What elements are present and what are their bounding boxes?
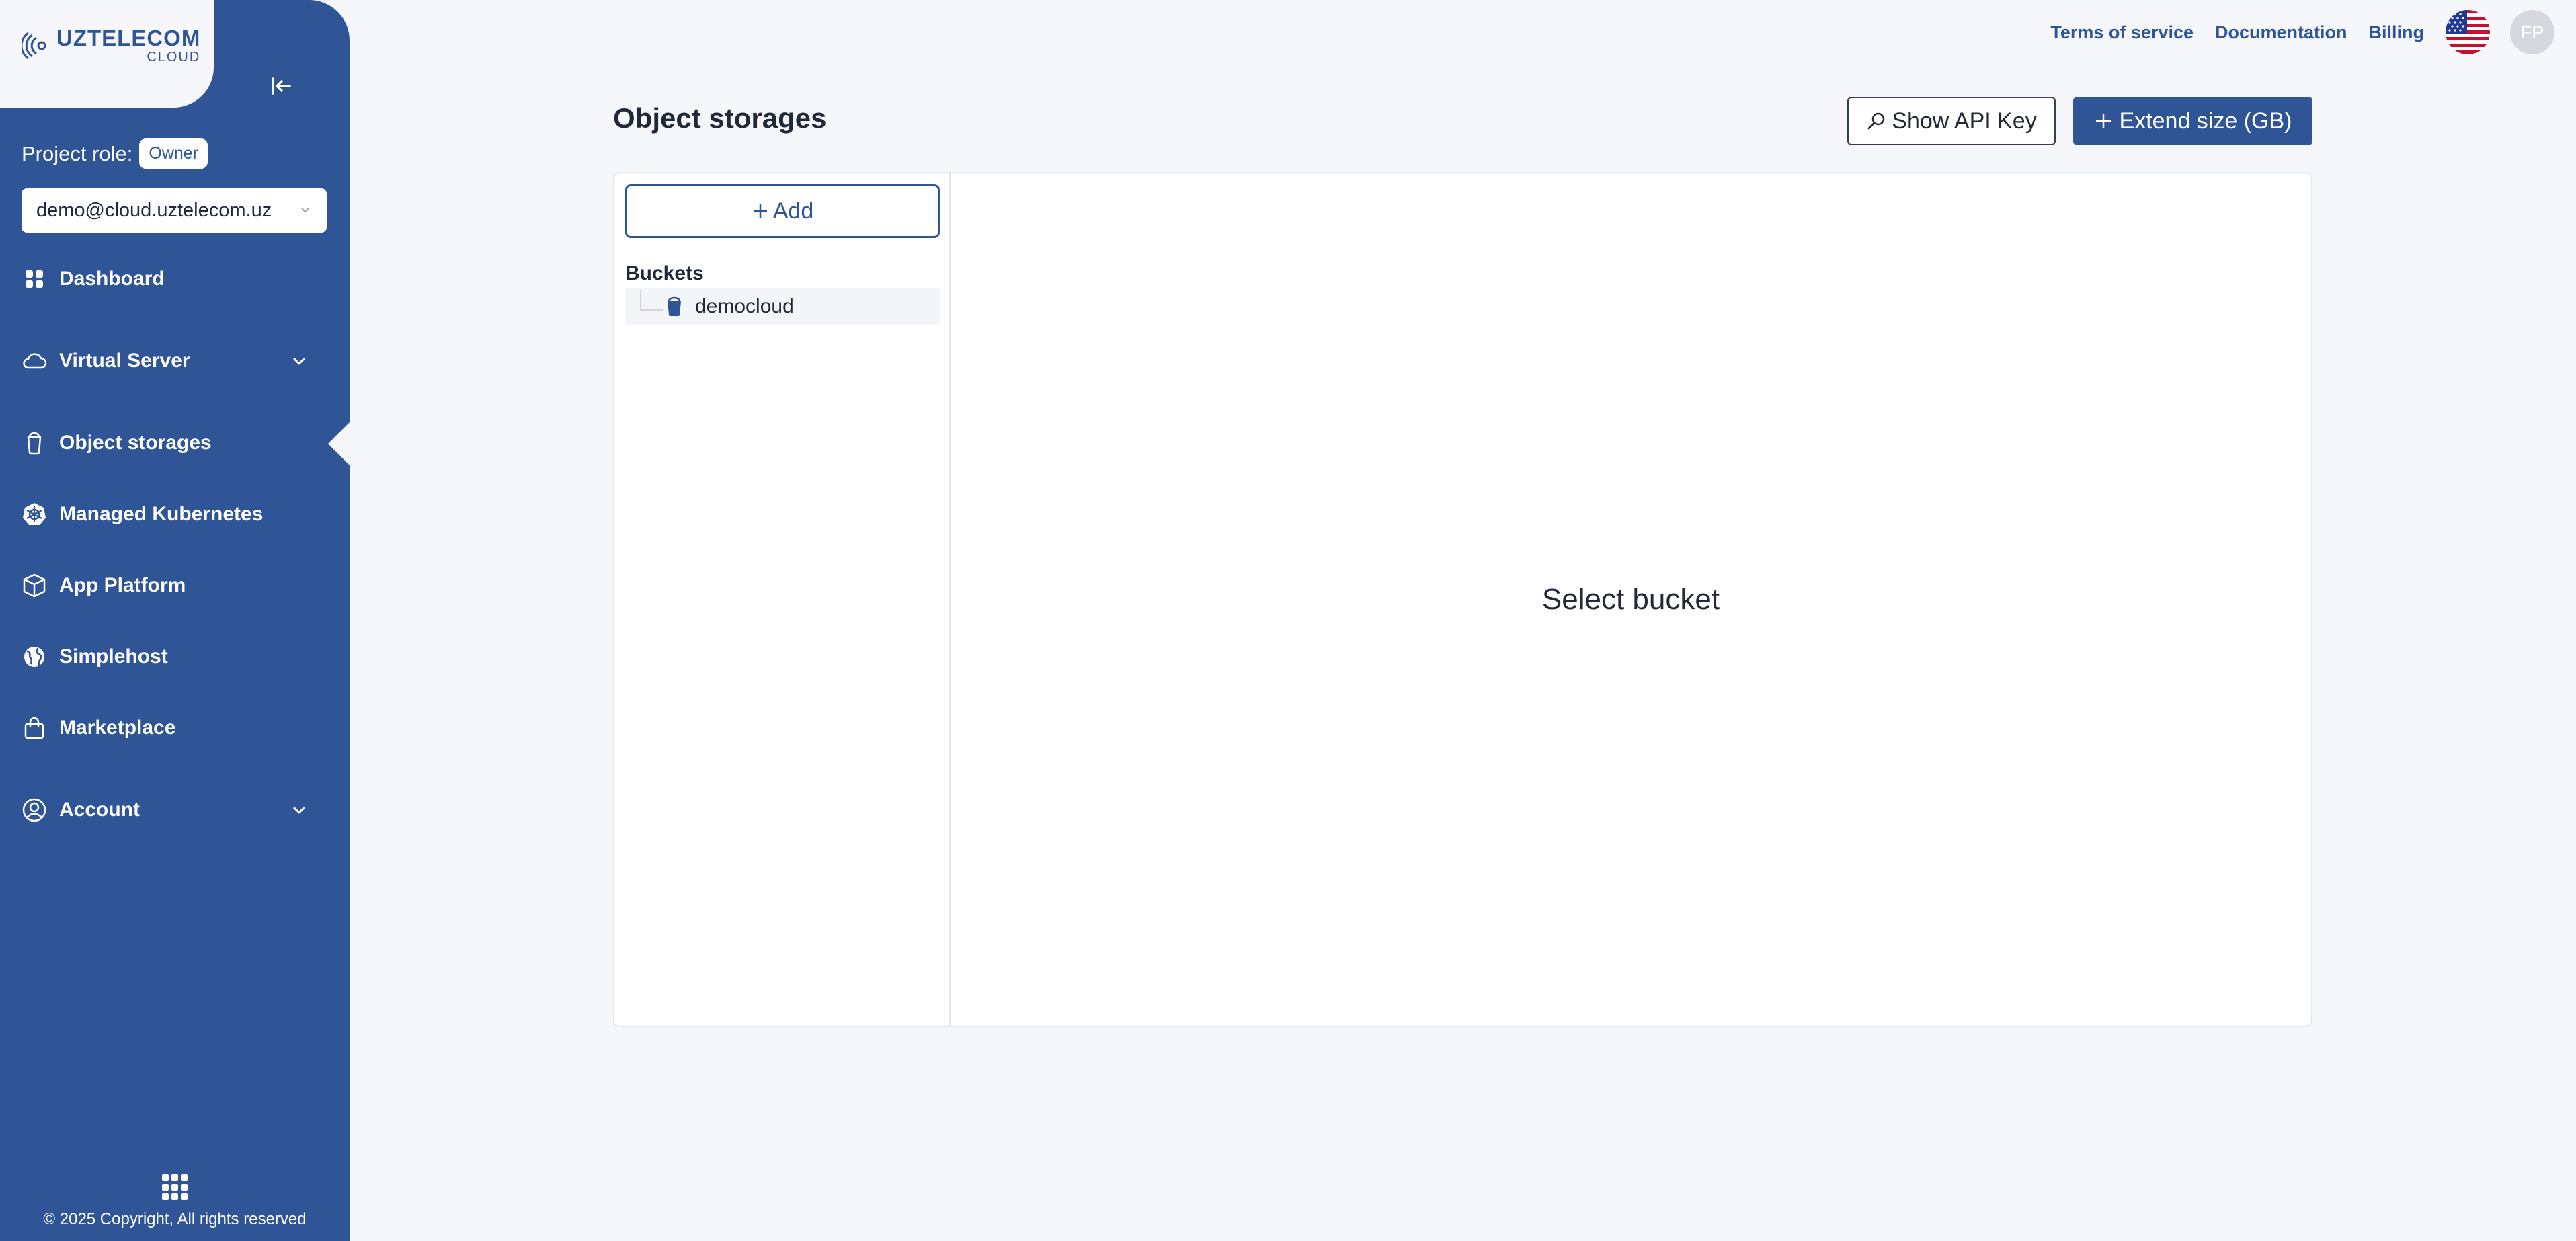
collapse-sidebar-button[interactable]: [259, 65, 303, 108]
plus-icon: [2095, 114, 2111, 128]
sidebar-item-object-storages[interactable]: Object storages: [22, 423, 331, 463]
globe-icon: [22, 644, 47, 670]
apps-grid-icon[interactable]: [160, 1172, 190, 1202]
kubernetes-icon: [22, 502, 47, 527]
empty-state-message: Select bucket: [1541, 583, 1720, 616]
logo-area: UZTELECOM CLOUD: [0, 0, 214, 108]
sidebar-item-managed-kubernetes[interactable]: Managed Kubernetes: [22, 494, 331, 534]
project-select[interactable]: demo@cloud.uztelecom.uz: [22, 188, 327, 233]
chevron-down-icon: [293, 358, 305, 365]
show-api-key-button[interactable]: Show API Key: [1847, 97, 2056, 145]
sidebar-item-label: Dashboard: [59, 268, 165, 290]
buckets-heading: Buckets: [625, 262, 704, 284]
sidebar-item-label: Managed Kubernetes: [59, 503, 264, 525]
copyright: © 2025 Copyright, All rights reserved: [43, 1210, 307, 1228]
billing-link[interactable]: Billing: [2369, 22, 2425, 43]
sidebar-item-simplehost[interactable]: Simplehost: [22, 637, 331, 677]
cloud-icon: [22, 348, 47, 374]
bucket-tree-pane: Add Buckets democloud: [614, 173, 951, 1026]
bucket-icon: [22, 430, 47, 456]
documentation-link[interactable]: Documentation: [2215, 22, 2347, 43]
project-role: Project role: Owner: [22, 138, 208, 169]
extend-size-label: Extend size (GB): [2119, 108, 2292, 134]
project-role-label: Project role:: [22, 141, 133, 165]
plus-icon: [753, 204, 767, 218]
logo-title: UZTELECOM: [56, 26, 201, 50]
dashboard-icon: [22, 266, 47, 292]
sidebar-item-label: App Platform: [59, 574, 186, 596]
sidebar-item-app-platform[interactable]: App Platform: [22, 565, 331, 606]
sidebar-item-label: Simplehost: [59, 645, 168, 668]
sidebar-item-label: Virtual Server: [59, 350, 190, 372]
language-flag-icon[interactable]: [2446, 10, 2490, 54]
sidebar: UZTELECOM CLOUD Project role: Owner demo…: [0, 0, 350, 1241]
chevron-down-icon: [293, 807, 305, 814]
logo-subtitle: CLOUD: [147, 50, 201, 65]
tree-connector: [640, 290, 663, 311]
terms-link[interactable]: Terms of service: [2050, 22, 2193, 43]
sidebar-item-label: Account: [59, 799, 140, 821]
bucket-name: democloud: [695, 295, 794, 317]
sidebar-item-account[interactable]: Account: [22, 790, 331, 830]
add-bucket-button[interactable]: Add: [625, 184, 940, 238]
collapse-left-icon: [272, 77, 291, 95]
active-indicator: [328, 422, 350, 465]
show-api-key-label: Show API Key: [1892, 108, 2037, 134]
user-avatar[interactable]: FP: [2510, 10, 2554, 54]
sidebar-item-marketplace[interactable]: Marketplace: [22, 708, 331, 748]
page-title: Object storages: [613, 102, 827, 134]
add-bucket-label: Add: [772, 198, 814, 224]
key-search-icon: [1867, 112, 1885, 130]
top-nav: Terms of service Documentation Billing F…: [2029, 0, 2576, 65]
project-select-value: demo@cloud.uztelecom.uz: [36, 199, 272, 221]
sidebar-item-dashboard[interactable]: Dashboard: [22, 259, 331, 299]
sidebar-item-label: Marketplace: [59, 717, 176, 739]
bag-icon: [22, 715, 47, 741]
sidebar-item-label: Object storages: [59, 432, 212, 454]
bucket-icon: [668, 296, 681, 316]
sidebar-item-virtual-server[interactable]: Virtual Server: [22, 341, 331, 381]
user-circle-icon: [22, 797, 47, 823]
storage-panel: Add Buckets democloud Select bucket: [613, 172, 2312, 1027]
extend-size-button[interactable]: Extend size (GB): [2073, 97, 2312, 145]
chevron-down-icon: [301, 208, 309, 213]
box-icon: [22, 573, 47, 598]
logo-mark-icon: [22, 32, 46, 59]
project-role-badge: Owner: [139, 138, 208, 169]
logo[interactable]: UZTELECOM CLOUD: [22, 27, 200, 64]
bucket-tree-item[interactable]: democloud: [625, 288, 940, 325]
